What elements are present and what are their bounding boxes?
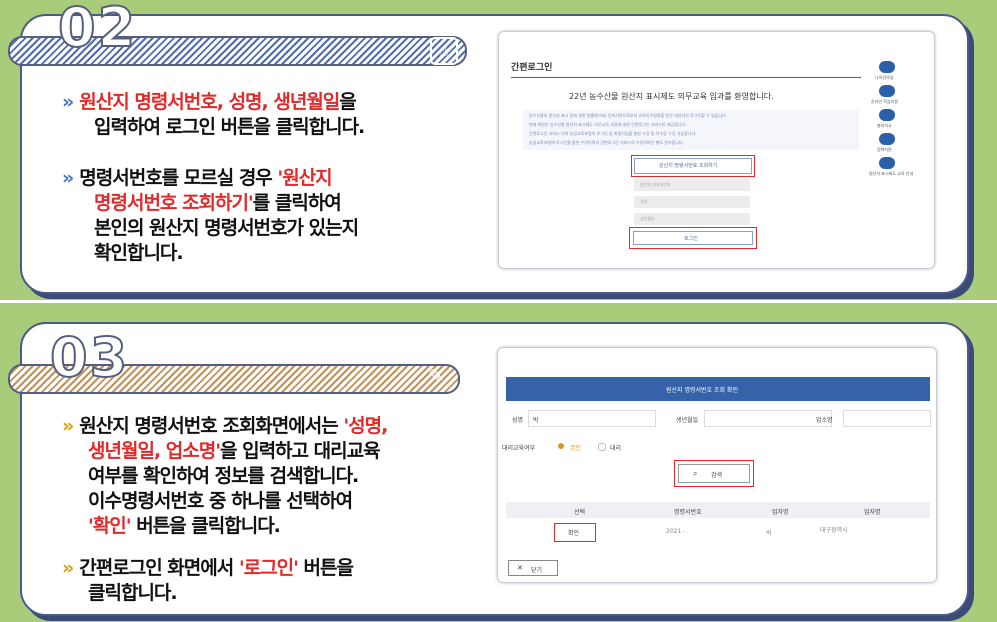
step3-bullet1: » 원산지 명령서번호 조회화면에서는 '성명, 생년월일, 업소명'을 입력하고… (62, 415, 388, 537)
name-label: 성명 (512, 417, 524, 424)
number-input[interactable]: 원산지 명령서번호 (634, 179, 750, 191)
divider (0, 300, 997, 303)
study-support-icon[interactable] (879, 85, 895, 97)
step2-number: 02 (57, 0, 138, 60)
close-icon: ✕ (517, 564, 523, 572)
lookup-screenshot: 원산지 명령서번호 조회 확인 성명 박 생년월일 업소명 대리교육여부 본인 … (497, 347, 937, 583)
pointer-hand-icon: ☝ (430, 37, 458, 65)
result-table-header: 선택 명령서번호 업자명 업자명 (506, 502, 930, 518)
birth-input[interactable] (704, 410, 832, 427)
search-icon: ⌕ (693, 469, 698, 478)
lookup-header: 원산지 명령서번호 조회 확인 (506, 377, 930, 401)
business-label: 업소명 (816, 417, 833, 424)
search-button[interactable]: ⌕ 검색 (678, 464, 750, 483)
name-input[interactable]: 박 (528, 410, 656, 427)
lookup-button[interactable]: 원산지 명령서번호 조회하기 (634, 158, 752, 174)
title-rule (511, 77, 861, 78)
proxy-label: 대리교육여부 (502, 445, 536, 452)
login-button[interactable]: 로그인 (633, 231, 753, 245)
close-button[interactable]: ✕ 닫기 (508, 560, 558, 576)
login-screenshot: 간편로그인 22년 농수산물 원산지 표시제도 의무교육 입과를 환영합니다. … (498, 31, 935, 269)
pencil-note-icon[interactable] (879, 109, 895, 121)
step3-number: 03 (49, 325, 130, 390)
proxy-radio[interactable] (598, 443, 606, 451)
login-title: 간편로그인 (511, 63, 553, 73)
double-chevron-icon: » (62, 557, 74, 579)
step2-bullet1: » 원산지 명령서번호, 성명, 생년월일을 입력하여 로그인 버튼을 클릭합니다… (62, 91, 365, 138)
origin-guide-icon[interactable] (879, 157, 895, 169)
double-chevron-icon: » (62, 415, 74, 437)
welcome-text: 22년 농수산물 원산지 표시제도 의무교육 입과를 환영합니다. (569, 92, 774, 101)
self-radio[interactable] (558, 443, 564, 449)
step3-bullet2: » 간편로그인 화면에서 '로그인' 버튼을 클릭합니다. (62, 557, 354, 604)
birth-input[interactable]: 생년월일 (634, 213, 750, 225)
notice-box: 농수산물의 원산지 표시 등에 관한 법률에 따라 단속기관으로부터 교육이수명… (523, 110, 859, 150)
classroom-icon[interactable] (879, 61, 895, 73)
birth-label: 생년월일 (676, 417, 699, 424)
double-chevron-icon: » (62, 167, 74, 189)
policy-icon[interactable] (879, 133, 895, 145)
step2-bullet2: » 명령서번호를 모르실 경우 '원산지 명령서번호 조회하기'를 클릭하여 본인… (62, 167, 359, 264)
confirm-button[interactable]: 확인 (568, 528, 579, 537)
business-input[interactable] (843, 410, 931, 427)
name-input[interactable]: 성명 (634, 196, 750, 208)
pencil-icon: ✎ (428, 366, 444, 387)
double-chevron-icon: » (62, 91, 74, 113)
